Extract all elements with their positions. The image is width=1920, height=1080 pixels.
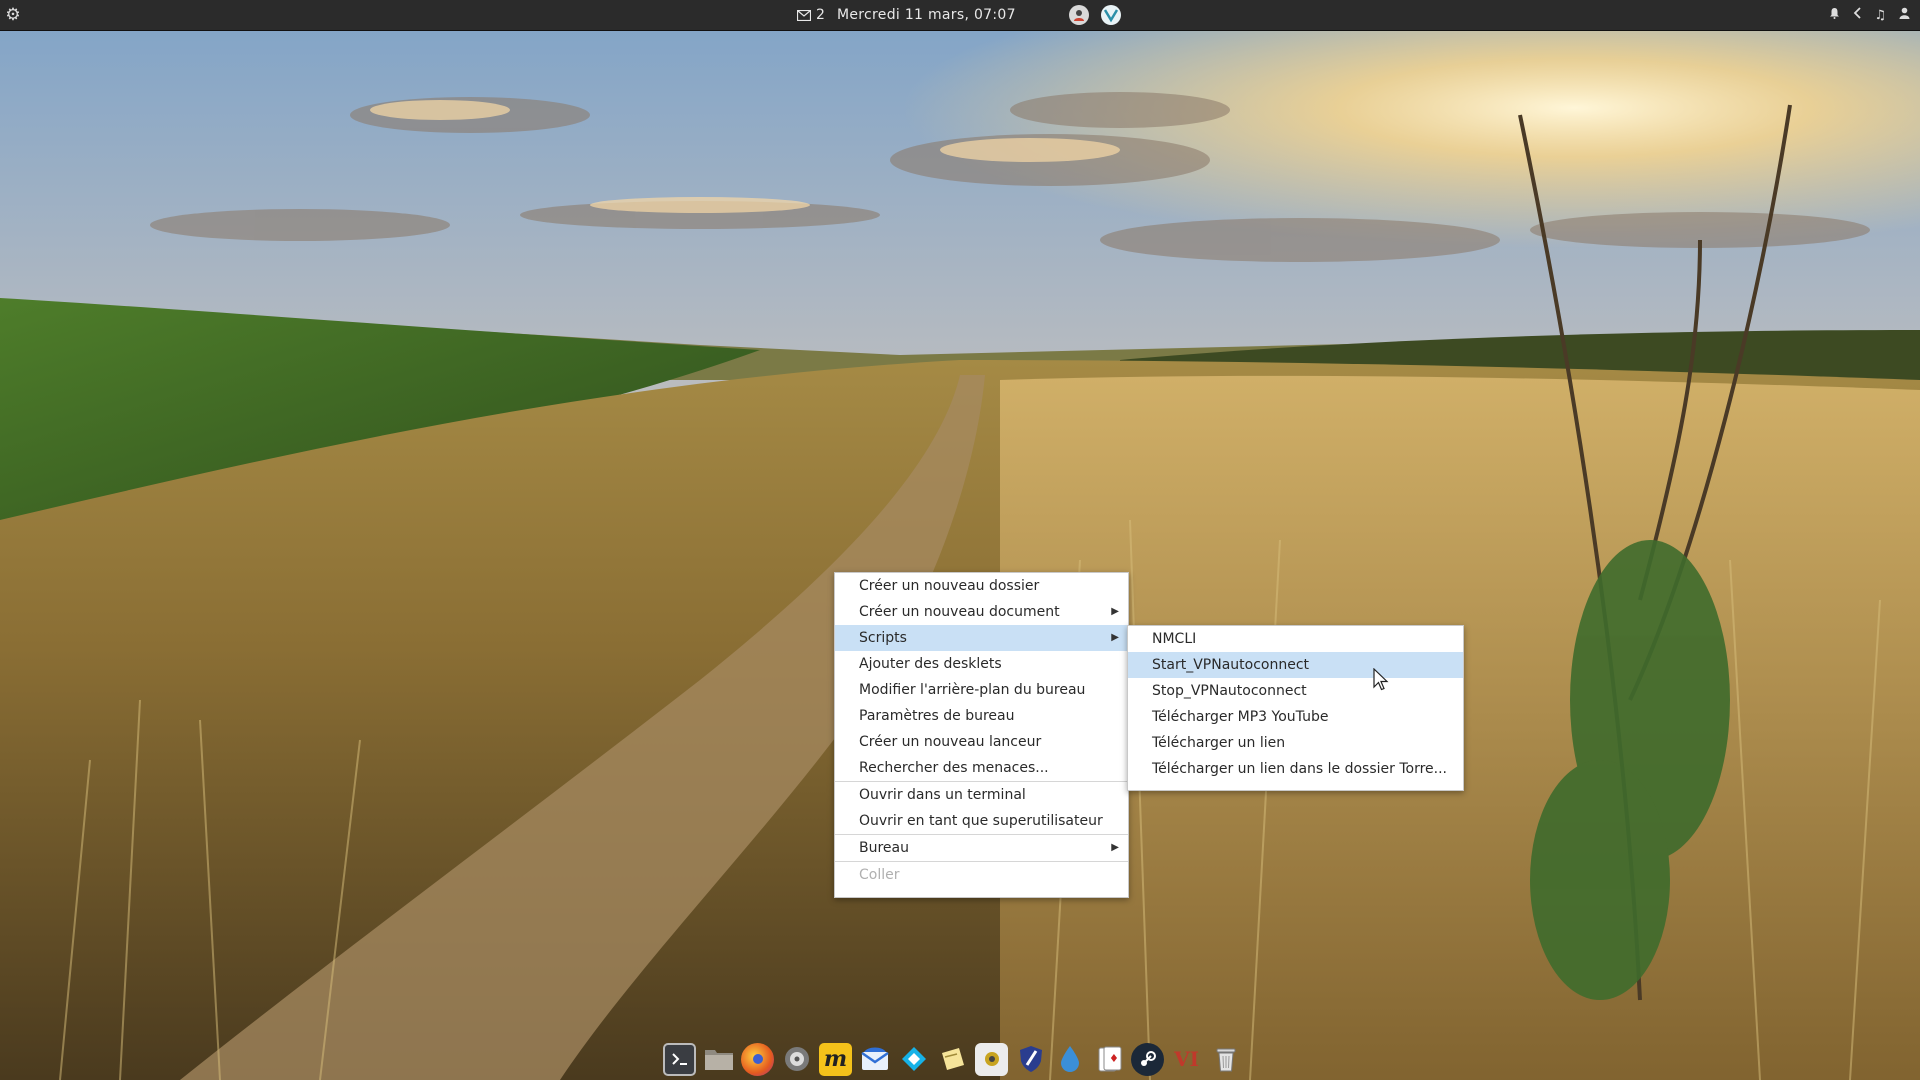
- disk-utility-icon[interactable]: [780, 1043, 813, 1076]
- submenu-item-download-link-torrent[interactable]: Télécharger un lien dans le dossier Torr…: [1128, 756, 1463, 782]
- menu-item-label: NMCLI: [1152, 631, 1197, 647]
- menu-item-open-terminal[interactable]: Ouvrir dans un terminal: [835, 782, 1128, 808]
- menu-item-label: Télécharger un lien dans le dossier Torr…: [1152, 761, 1448, 777]
- menu-item-new-folder[interactable]: Créer un nouveau dossier: [835, 573, 1128, 599]
- menu-gear-icon[interactable]: ⚙: [4, 0, 22, 30]
- notes-icon[interactable]: [936, 1043, 969, 1076]
- submenu-arrow-icon: ▶: [1111, 606, 1119, 617]
- menu-item-label: Start_VPNautoconnect: [1152, 657, 1310, 673]
- scripts-submenu: NMCLI Start_VPNautoconnect Stop_VPNautoc…: [1127, 625, 1464, 791]
- menu-item-label: Ouvrir en tant que superutilisateur: [859, 813, 1103, 829]
- menu-item-paste: Coller: [835, 862, 1128, 888]
- menu-item-label: Bureau: [859, 840, 909, 856]
- firefox-icon[interactable]: [741, 1042, 774, 1076]
- menu-item-label: Paramètres de bureau: [859, 708, 1015, 724]
- svg-text:♦: ♦: [1109, 1052, 1119, 1065]
- menu-item-label: Télécharger un lien: [1152, 735, 1286, 751]
- menu-item-open-as-root[interactable]: Ouvrir en tant que superutilisateur: [835, 808, 1128, 834]
- menu-item-label: Stop_VPNautoconnect: [1152, 683, 1307, 699]
- system-tray: ♫: [1829, 0, 1910, 30]
- menu-item-scripts[interactable]: Scripts ▶: [835, 625, 1128, 651]
- menu-item-label: Modifier l'arrière-plan du bureau: [859, 682, 1086, 698]
- menu-item-scan-threats[interactable]: Rechercher des menaces...: [835, 755, 1128, 781]
- bell-icon[interactable]: [1829, 7, 1840, 23]
- menu-item-desktop-settings[interactable]: Paramètres de bureau: [835, 703, 1128, 729]
- menu-item-label: Ouvrir dans un terminal: [859, 787, 1026, 803]
- submenu-item-stop-vpn[interactable]: Stop_VPNautoconnect: [1128, 678, 1463, 704]
- menu-item-new-launcher[interactable]: Créer un nouveau lanceur: [835, 729, 1128, 755]
- vpn-app-icon[interactable]: [1101, 5, 1121, 25]
- steam-icon[interactable]: [1131, 1042, 1164, 1076]
- submenu-item-start-vpn[interactable]: Start_VPNautoconnect: [1128, 652, 1463, 678]
- desktop-wallpaper[interactable]: [0, 0, 1920, 1080]
- menu-item-label: Scripts: [859, 630, 907, 646]
- dock: m ♦ VI: [660, 1038, 1263, 1080]
- menu-item-label: Coller: [859, 867, 900, 883]
- menu-item-add-desklets[interactable]: Ajouter des desklets: [835, 651, 1128, 677]
- menu-item-label: Créer un nouveau document: [859, 604, 1060, 620]
- trash-icon[interactable]: [1209, 1043, 1242, 1076]
- menu-item-desktop[interactable]: Bureau ▶: [835, 835, 1128, 861]
- desktop-context-menu: Créer un nouveau dossier Créer un nouvea…: [834, 572, 1129, 898]
- files-icon[interactable]: [702, 1043, 735, 1076]
- security-shield-icon[interactable]: [1014, 1043, 1047, 1076]
- scanner-icon[interactable]: [975, 1042, 1008, 1076]
- menu-item-label: Télécharger MP3 YouTube: [1152, 709, 1329, 725]
- mail-count: 2: [816, 7, 825, 23]
- menu-item-label: Créer un nouveau dossier: [859, 578, 1040, 594]
- music-icon[interactable]: ♫: [1874, 8, 1886, 23]
- volume-icon[interactable]: [1853, 7, 1861, 23]
- menu-item-label: Ajouter des desklets: [859, 656, 1002, 672]
- menu-item-new-document[interactable]: Créer un nouveau document ▶: [835, 599, 1128, 625]
- vpn-drop-icon[interactable]: [1053, 1043, 1086, 1076]
- menu-item-label: Créer un nouveau lanceur: [859, 734, 1042, 750]
- user-app-icon[interactable]: [1069, 5, 1089, 25]
- submenu-arrow-icon: ▶: [1111, 842, 1119, 853]
- mailspring-icon[interactable]: m: [819, 1042, 852, 1076]
- menu-item-label: Rechercher des menaces...: [859, 760, 1049, 776]
- mail-indicator[interactable]: 2: [797, 0, 825, 30]
- submenu-item-nmcli[interactable]: NMCLI: [1128, 626, 1463, 652]
- terminal-icon[interactable]: [663, 1042, 696, 1076]
- thunderbird-icon[interactable]: [858, 1043, 891, 1076]
- solitaire-icon[interactable]: ♦: [1092, 1043, 1125, 1076]
- submenu-item-download-link[interactable]: Télécharger un lien: [1128, 730, 1463, 756]
- menu-item-change-background[interactable]: Modifier l'arrière-plan du bureau: [835, 677, 1128, 703]
- user-icon[interactable]: [1899, 7, 1910, 23]
- submenu-arrow-icon: ▶: [1111, 632, 1119, 643]
- kodi-icon[interactable]: [897, 1043, 930, 1076]
- vi-editor-icon[interactable]: VI: [1170, 1043, 1203, 1076]
- top-panel: ⚙ 2 Mercredi 11 mars, 07:07 ♫: [0, 0, 1920, 31]
- mail-icon: [797, 9, 811, 21]
- mouse-pointer-icon: [1373, 668, 1389, 691]
- submenu-item-download-mp3[interactable]: Télécharger MP3 YouTube: [1128, 704, 1463, 730]
- clock[interactable]: Mercredi 11 mars, 07:07: [837, 0, 1016, 30]
